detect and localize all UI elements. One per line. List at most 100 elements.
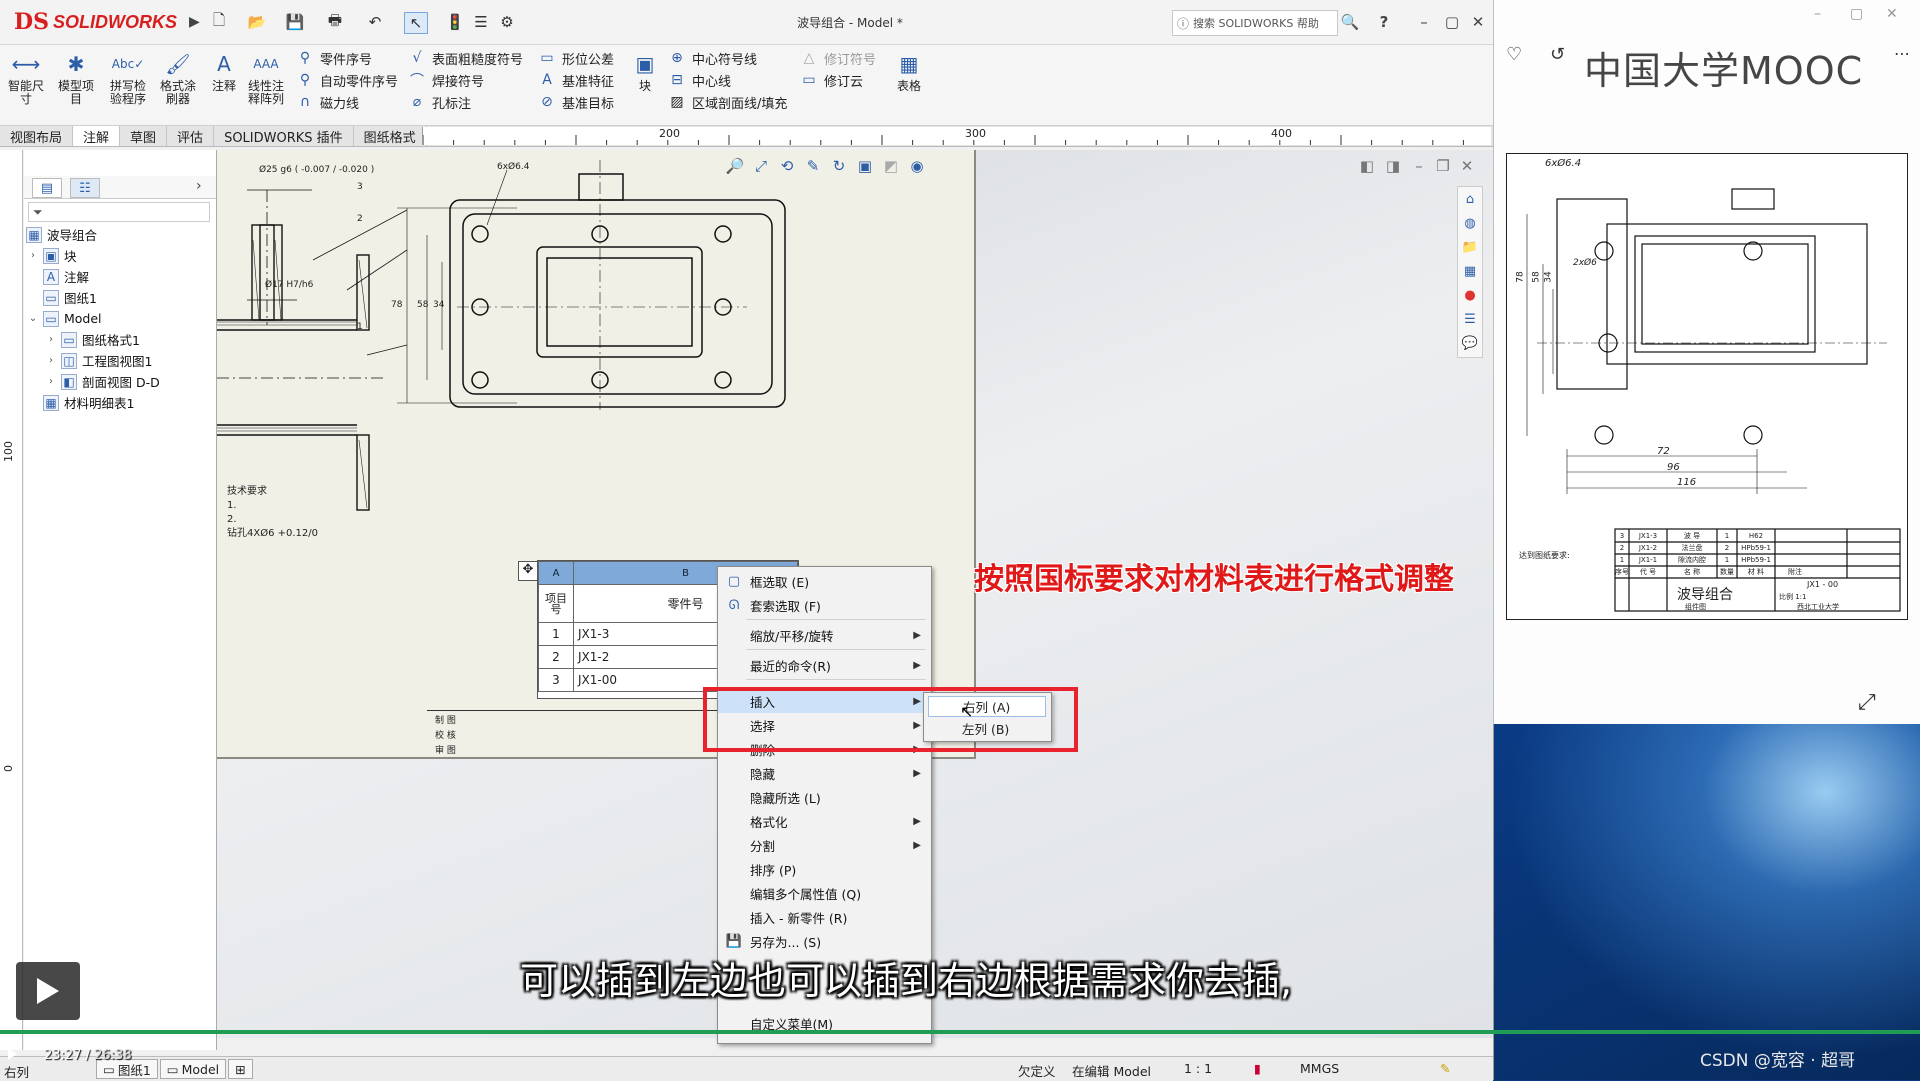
weld-symbol-button[interactable]: ⌒ 焊接符号: [408, 69, 523, 91]
column-letter[interactable]: A: [538, 561, 574, 585]
pan-icon[interactable]: ✎: [803, 156, 823, 176]
dimension-text[interactable]: 6xØ6.4: [497, 162, 529, 172]
balloon-number[interactable]: 3: [357, 182, 363, 192]
view-palette-icon[interactable]: ▦: [1460, 261, 1480, 281]
collapse-arrow-icon[interactable]: ⌄: [28, 313, 38, 324]
video-progress-bar[interactable]: [0, 1030, 1920, 1034]
help-search-box[interactable]: ⓘ 搜索 SOLIDWORKS 帮助: [1172, 10, 1338, 36]
dimension-text[interactable]: 78: [391, 300, 402, 310]
expand-arrow-icon[interactable]: ›: [46, 334, 56, 345]
spell-check-button[interactable]: Abc✓ 拼写检验程序: [106, 49, 150, 119]
viewport-tile-icon[interactable]: ◧: [1357, 156, 1377, 176]
design-library-icon[interactable]: ◍: [1460, 213, 1480, 233]
file-explorer-icon[interactable]: 📁: [1460, 237, 1480, 257]
home-icon[interactable]: ⌂: [1460, 189, 1480, 209]
viewport-restore-icon[interactable]: ❐: [1433, 156, 1453, 176]
status-units[interactable]: MMGS: [1300, 1061, 1339, 1076]
menu-item-hide-selected[interactable]: 隐藏所选 (L): [718, 785, 931, 809]
sheet-tab[interactable]: ▭ Model: [159, 1059, 227, 1079]
close-button[interactable]: ✕: [1466, 10, 1490, 34]
restore-button[interactable]: ▢: [1440, 10, 1464, 34]
table-button[interactable]: ▦ 表格: [892, 49, 926, 119]
tree-filter[interactable]: ⏷: [28, 202, 210, 222]
tree-item-sheet1[interactable]: ▭ 图纸1: [28, 287, 97, 308]
rotate-icon[interactable]: ↺: [1550, 44, 1565, 65]
center-mark-button[interactable]: ⊕ 中心符号线: [668, 47, 787, 69]
menu-item-sort[interactable]: 排序 (P): [718, 857, 931, 881]
appearances-icon[interactable]: ●: [1460, 285, 1480, 305]
dimension-text[interactable]: Ø17 H7/h6: [265, 280, 313, 290]
minimize-button[interactable]: –: [1412, 10, 1436, 34]
close-button[interactable]: ✕: [1886, 6, 1898, 22]
solidworks-logo[interactable]: DS SOLIDWORKS ▶: [14, 8, 200, 36]
feature-tree-tab-icon[interactable]: ▤: [32, 178, 62, 198]
dimension-text[interactable]: Ø25 g6 ( -0.007 / -0.020 ): [259, 165, 374, 175]
minimize-button[interactable]: –: [1814, 6, 1821, 22]
balloon-number[interactable]: 2: [357, 214, 363, 224]
balloon-button[interactable]: ⚲ 零件序号: [296, 47, 398, 69]
centerline-button[interactable]: ⊟ 中心线: [668, 69, 787, 91]
viewport-split-icon[interactable]: ◨: [1383, 156, 1403, 176]
menu-item-box-select[interactable]: ▢ 框选取 (E): [718, 569, 931, 593]
geometric-tolerance-button[interactable]: ▭ 形位公差: [538, 47, 614, 69]
menu-item-split[interactable]: 分割 ▶: [718, 833, 931, 857]
previous-view-icon[interactable]: ⟲: [777, 156, 797, 176]
undo-icon[interactable]: ↶: [364, 12, 386, 32]
new-document-icon[interactable]: 🗋: [208, 11, 230, 32]
panel-expand-chevron-icon[interactable]: ›: [196, 178, 202, 194]
linear-note-pattern-button[interactable]: AAA 线性注释阵列: [244, 49, 288, 119]
revision-cloud-button[interactable]: ▭ 修订云: [800, 69, 876, 91]
dimension-text[interactable]: 58: [417, 300, 428, 310]
viewport-minimize-icon[interactable]: –: [1409, 156, 1429, 176]
property-manager-tab-icon[interactable]: ☷: [70, 178, 100, 198]
status-scale[interactable]: 1 : 1: [1184, 1061, 1212, 1076]
viewport-close-icon[interactable]: ✕: [1457, 156, 1477, 176]
custom-properties-icon[interactable]: ☰: [1460, 309, 1480, 329]
restore-button[interactable]: ▢: [1850, 6, 1863, 22]
options-gear-icon[interactable]: ⚙: [496, 12, 518, 32]
block-button[interactable]: ▣ 块: [630, 49, 660, 119]
expand-arrow-icon[interactable]: ›: [46, 376, 56, 387]
menu-item-format[interactable]: 格式化 ▶: [718, 809, 931, 833]
help-menu-button[interactable]: ?: [1372, 10, 1396, 34]
menu-item-edit-multiple-properties[interactable]: 编辑多个属性值 (Q): [718, 881, 931, 905]
tree-item-drawing-view1[interactable]: › ◫ 工程图视图1: [46, 350, 152, 371]
area-hatch-button[interactable]: ▨ 区域剖面线/填充: [668, 91, 787, 113]
menu-item-insert-new-part[interactable]: 插入 - 新零件 (R): [718, 905, 931, 929]
surface-finish-button[interactable]: √ 表面粗糙度符号: [408, 47, 523, 69]
tree-item-model[interactable]: ⌄ ▭ Model: [28, 308, 102, 329]
small-play-icon[interactable]: [8, 1048, 17, 1060]
add-sheet-button[interactable]: ⊞: [228, 1059, 253, 1079]
view-orientation-icon[interactable]: ▣: [855, 156, 875, 176]
rotate-view-icon[interactable]: ↻: [829, 156, 849, 176]
tree-item-block[interactable]: › ▣ 块: [28, 245, 77, 266]
menu-item-hide[interactable]: 隐藏 ▶: [718, 761, 931, 785]
display-style-icon[interactable]: ◩: [881, 156, 901, 176]
search-icon[interactable]: 🔍: [1338, 10, 1362, 34]
select-pointer-icon[interactable]: ↖: [404, 12, 428, 34]
tree-item-annotations[interactable]: A 注解: [28, 266, 89, 287]
smart-dimension-button[interactable]: ⟷ 智能尺寸: [4, 49, 48, 119]
rebuild-status-icon[interactable]: ▮: [1254, 1061, 1261, 1076]
model-items-button[interactable]: ✱ 模型项目: [54, 49, 98, 119]
expand-fullscreen-icon[interactable]: ⤢: [1858, 690, 1876, 715]
menu-item-lasso-select[interactable]: ᘏ 套索选取 (F): [718, 593, 931, 617]
tab-annotation[interactable]: 注解: [73, 126, 121, 146]
zoom-to-area-icon[interactable]: ⤢: [751, 156, 771, 176]
menu-item-zoom-pan-rotate[interactable]: 缩放/平移/旋转 ▶: [718, 623, 931, 647]
tree-item-section-view[interactable]: › ◧ 剖面视图 D-D: [46, 371, 160, 392]
forum-icon[interactable]: 💬: [1460, 333, 1480, 353]
tab-evaluate[interactable]: 评估: [167, 126, 215, 146]
technical-requirements[interactable]: 技术要求 1. 2. 钻孔4XØ6 +0.12/0: [227, 485, 318, 541]
dimension-text[interactable]: 34: [433, 300, 444, 310]
table-move-handle-icon[interactable]: ✥: [518, 561, 538, 581]
header-item-no[interactable]: 项目号: [538, 584, 574, 623]
file-properties-icon[interactable]: ☰: [470, 12, 492, 32]
balloon-number[interactable]: 1: [357, 322, 363, 332]
tree-root[interactable]: ▦ 波导组合: [26, 224, 97, 245]
format-painter-button[interactable]: 🖌 格式涂刷器: [156, 49, 200, 119]
more-options-icon[interactable]: ⋯: [1894, 44, 1910, 63]
print-icon[interactable]: 🖶: [324, 11, 346, 32]
play-button[interactable]: [16, 962, 80, 1020]
expand-arrow-icon[interactable]: ›: [28, 250, 38, 261]
